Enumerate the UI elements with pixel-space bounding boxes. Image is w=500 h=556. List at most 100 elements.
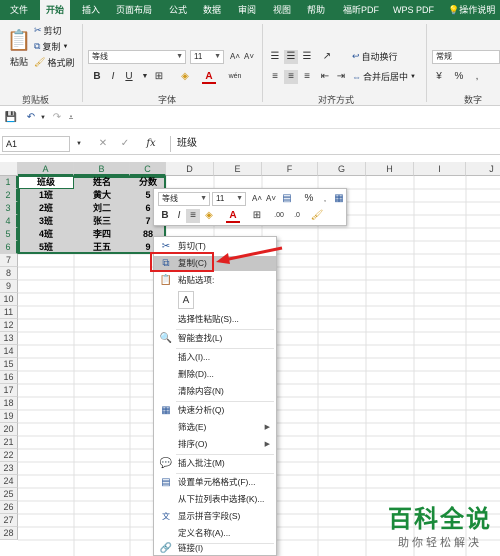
cell-a2[interactable]: 1班 — [18, 189, 74, 202]
row-header-20[interactable]: 20 — [0, 423, 18, 436]
merge-center-button[interactable]: ⇔ 合并后居中 ▼ — [352, 70, 416, 83]
menu-insert-comment[interactable]: 💬 插入批注(M) — [154, 456, 276, 471]
comma-button[interactable]: , — [470, 70, 484, 84]
italic-button[interactable]: I — [106, 70, 120, 84]
row-header-22[interactable]: 22 — [0, 449, 18, 462]
menu-paste-special[interactable]: 选择性粘贴(S)... — [154, 312, 276, 327]
redo-icon[interactable]: ↷ — [50, 111, 64, 125]
font-name-combo[interactable]: 等线 ▼ — [88, 50, 186, 64]
cell-a1[interactable]: 班级 — [18, 176, 74, 189]
row-header-21[interactable]: 21 — [0, 436, 18, 449]
enter-icon[interactable]: ✓ — [118, 137, 132, 151]
column-header-i[interactable]: I — [414, 162, 466, 176]
font-color-button[interactable]: A — [202, 70, 216, 84]
font-size-combo[interactable]: 11 ▼ — [190, 50, 224, 64]
cell-a4[interactable]: 3班 — [18, 215, 74, 228]
menu-clear[interactable]: 清除内容(N) — [154, 384, 276, 399]
row-header-4[interactable]: 4 — [0, 215, 18, 228]
cell-a6[interactable]: 5班 — [18, 241, 74, 254]
menu-link[interactable]: 🔗 链接(I) — [154, 541, 276, 556]
row-header-23[interactable]: 23 — [0, 462, 18, 475]
customize-qat-icon[interactable]: ⩡ — [64, 111, 78, 125]
menu-quick-analysis[interactable]: ▦ 快速分析(Q) — [154, 403, 276, 418]
orientation-icon[interactable]: ↗ — [320, 50, 334, 64]
percent-button[interactable]: % — [302, 192, 316, 206]
cell-a5[interactable]: 4班 — [18, 228, 74, 241]
row-header-5[interactable]: 5 — [0, 228, 18, 241]
mini-size-combo[interactable]: 11 ▼ — [212, 192, 246, 206]
select-all-corner[interactable] — [0, 162, 18, 176]
column-header-e[interactable]: E — [214, 162, 262, 176]
row-header-15[interactable]: 15 — [0, 358, 18, 371]
tab-home[interactable]: 开始 — [40, 0, 71, 20]
underline-button[interactable]: U — [122, 70, 136, 84]
formula-input[interactable]: 班级 — [170, 136, 500, 152]
format-painter-button[interactable]: 🖌 格式刷 — [34, 56, 74, 69]
row-header-18[interactable]: 18 — [0, 397, 18, 410]
grow-font-button[interactable]: A˄ — [250, 192, 264, 206]
fill-color-button[interactable]: ◈ — [178, 70, 192, 84]
decrease-decimal-icon[interactable]: .0 — [290, 209, 304, 223]
column-header-a[interactable]: A — [18, 162, 74, 176]
bold-button[interactable]: B — [158, 209, 172, 223]
column-header-j[interactable]: J — [466, 162, 500, 176]
column-header-d[interactable]: D — [166, 162, 214, 176]
wrap-text-button[interactable]: ↩ 自动换行 — [352, 50, 398, 63]
fill-color-icon[interactable]: ◈ — [202, 209, 216, 223]
menu-insert[interactable]: 插入(I)... — [154, 350, 276, 365]
column-header-h[interactable]: H — [366, 162, 414, 176]
tab-view[interactable]: 视图 — [267, 0, 297, 20]
column-header-c[interactable]: C — [130, 162, 166, 176]
number-format-combo[interactable]: 常规 — [432, 50, 500, 64]
borders-icon[interactable]: ⊞ — [250, 209, 264, 223]
menu-show-phonetic[interactable]: 文显示拼音字段(S) — [154, 509, 276, 524]
menu-smart-lookup[interactable]: 🔍 智能查找(L) — [154, 331, 276, 346]
bold-button[interactable]: B — [90, 70, 104, 84]
column-header-g[interactable]: G — [318, 162, 366, 176]
tab-formulas[interactable]: 公式 — [163, 0, 193, 20]
align-right-icon[interactable]: ≡ — [300, 70, 314, 84]
save-icon[interactable]: 💾 — [4, 111, 18, 125]
align-middle-icon[interactable]: ☰ — [284, 50, 298, 64]
decrease-indent-icon[interactable]: ⇤ — [318, 70, 332, 84]
tab-review[interactable]: 审阅 — [232, 0, 262, 20]
tab-foxit-pdf[interactable]: 福昕PDF — [337, 0, 385, 20]
cell-b3[interactable]: 刘二 — [74, 202, 130, 215]
tab-tell-me[interactable]: 💡操作说明 — [446, 0, 500, 20]
cell-b2[interactable]: 黄大 — [74, 189, 130, 202]
cell-b5[interactable]: 李四 — [74, 228, 130, 241]
row-header-25[interactable]: 25 — [0, 488, 18, 501]
cancel-icon[interactable]: ✕ — [96, 137, 110, 151]
copy-button[interactable]: ⧉ 复制 ▼ — [34, 40, 68, 53]
row-header-6[interactable]: 6 — [0, 241, 18, 254]
row-header-12[interactable]: 12 — [0, 319, 18, 332]
menu-define-name[interactable]: 定义名称(A)... — [154, 526, 276, 541]
phonetic-button[interactable]: wén — [228, 70, 242, 84]
paste-button[interactable]: 📋 粘贴 — [6, 28, 32, 68]
menu-format-cells[interactable]: ▤ 设置单元格格式(F)... — [154, 475, 276, 490]
row-header-13[interactable]: 13 — [0, 332, 18, 345]
chevron-down-icon[interactable]: ▼ — [36, 111, 50, 125]
shrink-font-button[interactable]: A˅ — [264, 192, 278, 206]
tab-insert[interactable]: 插入 — [76, 0, 106, 20]
table-format-icon[interactable]: ▦ — [332, 192, 346, 206]
menu-delete[interactable]: 删除(D)... — [154, 367, 276, 382]
cell-a3[interactable]: 2班 — [18, 202, 74, 215]
tab-page-layout[interactable]: 页面布局 — [110, 0, 158, 20]
row-header-9[interactable]: 9 — [0, 280, 18, 293]
number-format-icon[interactable]: ▤ — [280, 192, 294, 206]
tab-help[interactable]: 帮助 — [301, 0, 331, 20]
row-header-28[interactable]: 28 — [0, 527, 18, 540]
column-header-f[interactable]: F — [262, 162, 318, 176]
tab-wps-pdf[interactable]: WPS PDF — [387, 0, 440, 20]
tab-file[interactable]: 文件 — [4, 0, 34, 20]
row-header-16[interactable]: 16 — [0, 371, 18, 384]
column-header-b[interactable]: B — [74, 162, 130, 176]
menu-filter[interactable]: 筛选(E) ▶ — [154, 420, 276, 435]
shrink-font-button[interactable]: A˅ — [242, 50, 256, 64]
row-header-1[interactable]: 1 — [0, 176, 18, 189]
borders-button[interactable]: ⊞ — [152, 70, 166, 84]
align-top-icon[interactable]: ☰ — [268, 50, 282, 64]
underline-dropdown[interactable]: ▼ — [138, 70, 152, 84]
increase-indent-icon[interactable]: ⇥ — [334, 70, 348, 84]
